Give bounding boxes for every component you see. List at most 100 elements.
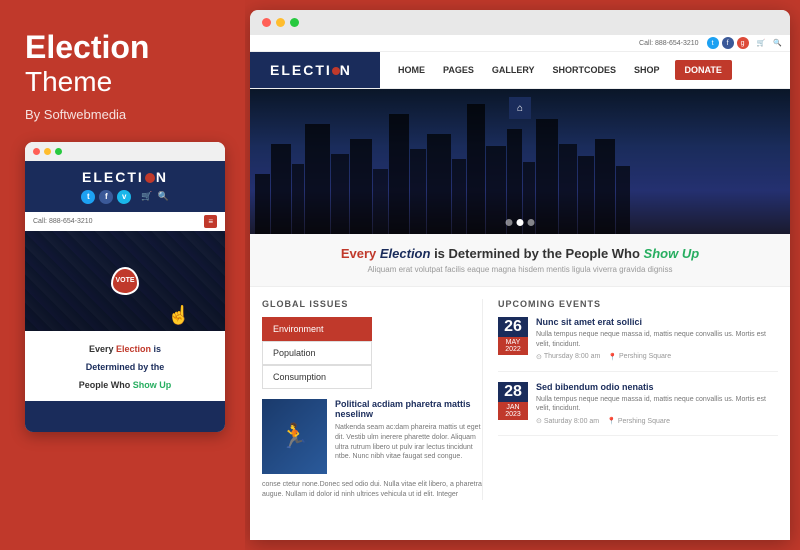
global-issues-label: GLOBAL ISSUES (262, 299, 482, 309)
mobile-browser-bar (25, 142, 225, 161)
event-time-1: ⊙ Thursday 8:00 am (536, 353, 600, 361)
tagline-people: People Who (79, 380, 133, 390)
mobile-social-row: t f v 🛒 🔍 (81, 190, 168, 204)
event-details-2: Sed bibendum odio nenatis Nulla tempus n… (536, 382, 778, 426)
event-title-1: Nunc sit amet erat sollici (536, 317, 778, 327)
site-logo-area: ELECTIN (250, 52, 380, 88)
twitter-nav-icon: t (707, 37, 719, 49)
hero-dot-3 (528, 219, 535, 226)
building-12 (467, 104, 485, 234)
mobile-vote-badge: VOTE ☝ (111, 267, 139, 295)
event-day-2: 28 (498, 382, 528, 402)
issues-list: Environment Population Consumption (262, 317, 372, 389)
event-month-2: JAN 2023 (498, 402, 528, 420)
mobile-phone-text: Call: 888-654-3210 (33, 218, 93, 225)
building-17 (559, 144, 577, 234)
site-logo: ELECTIN (270, 62, 352, 78)
issue-body: Natkenda seam ac:dam phareira mattis ut … (335, 423, 482, 462)
hero-section: ⌂ (250, 89, 790, 234)
header-top-bar: Call: 888-654-3210 t f g 🛒 🔍 (250, 35, 790, 52)
issue-item-consumption[interactable]: Consumption (262, 365, 372, 389)
search-icon: 🔍 (158, 191, 169, 202)
nav-item-pages[interactable]: PAGES (435, 53, 482, 87)
tagline-election: Election (380, 246, 431, 261)
vote-badge: VOTE (111, 267, 139, 295)
mobile-cart-search: 🛒 🔍 (141, 191, 168, 202)
building-8 (389, 114, 409, 234)
browser-dot-yellow (276, 18, 285, 27)
issue-item-environment[interactable]: Environment (262, 317, 372, 341)
home-hero-button[interactable]: ⌂ (509, 97, 531, 119)
donate-button[interactable]: DONATE (675, 60, 732, 80)
site-bottom: GLOBAL ISSUES Environment Population Con… (250, 287, 790, 512)
hamburger-icon[interactable]: ≡ (204, 215, 217, 228)
event-desc-2: Nulla tempus neque neque massa id, matti… (536, 395, 778, 415)
event-time-2: ⊙ Saturday 8:00 am (536, 417, 599, 425)
hero-dot-2 (517, 219, 524, 226)
theme-author: By Softwebmedia (25, 107, 225, 122)
tagline-election: Election (116, 344, 151, 354)
event-day-1: 26 (498, 317, 528, 337)
theme-title-light: Theme (25, 65, 225, 99)
issue-article: 🏃 Political acdiam pharetra mattis nesel… (262, 399, 482, 474)
building-9 (410, 149, 426, 234)
tagline-main: Every Election is Determined by the Peop… (270, 246, 770, 261)
left-panel: Election Theme By Softwebmedia ELECTIN t… (0, 0, 245, 550)
building-13 (486, 146, 506, 234)
theme-title-bold: Election (25, 30, 225, 65)
global-issues-section: GLOBAL ISSUES Environment Population Con… (262, 299, 482, 500)
hand-icon: ☝ (168, 305, 190, 326)
nav-item-home[interactable]: HOME (390, 53, 433, 87)
building-7 (373, 169, 388, 234)
mobile-tagline: Every Election isDetermined by the Peopl… (25, 331, 225, 401)
event-date-1: 26 MAY 2022 (498, 317, 528, 361)
upcoming-events-label: UPCOMING EVENTS (498, 299, 778, 309)
event-date-2: 28 JAN 2023 (498, 382, 528, 426)
issue-title: Political acdiam pharetra mattis neselin… (335, 399, 482, 419)
mobile-dot-red (33, 148, 40, 155)
tagline-subtitle: Aliquam erat volutpat facilis eaque magn… (270, 265, 770, 274)
mobile-header: ELECTIN t f v 🛒 🔍 (25, 161, 225, 212)
cart-icon: 🛒 (141, 191, 152, 202)
nav-social: t f g (707, 37, 749, 49)
browser-dot-green (290, 18, 299, 27)
site-header: ELECTIN HOME PAGES GALLERY SHORTCODES SH… (250, 52, 790, 89)
mobile-content: ELECTIN t f v 🛒 🔍 Call: 888-654-3210 ≡ (25, 161, 225, 432)
mobile-preview: ELECTIN t f v 🛒 🔍 Call: 888-654-3210 ≡ (25, 142, 225, 432)
theme-title-block: Election Theme By Softwebmedia (25, 30, 225, 122)
building-1 (255, 174, 270, 234)
browser-dot-red (262, 18, 271, 27)
browser-bar (250, 10, 790, 35)
location-icon-2: 📍 (607, 417, 616, 425)
building-19 (595, 139, 615, 234)
location-icon: 📍 (608, 353, 617, 361)
nav-item-shop[interactable]: SHOP (626, 53, 668, 87)
building-11 (452, 159, 466, 234)
facebook-icon: f (99, 190, 113, 204)
event-location-1: 📍 Pershing Square (608, 353, 671, 361)
nav-item-shortcodes[interactable]: SHORTCODES (545, 53, 625, 87)
issue-image: 🏃 (262, 399, 327, 474)
building-18 (578, 156, 594, 234)
mobile-phone-bar: Call: 888-654-3210 ≡ (25, 212, 225, 231)
building-10 (427, 134, 451, 234)
tagline-every: Every (89, 344, 116, 354)
nav-item-gallery[interactable]: GALLERY (484, 53, 543, 87)
cart-nav-icon: 🛒 (757, 39, 766, 47)
event-month-1: MAY 2022 (498, 337, 528, 355)
facebook-nav-icon: f (722, 37, 734, 49)
issue-text: Political acdiam pharetra mattis neselin… (335, 399, 482, 474)
event-meta-2: ⊙ Saturday 8:00 am 📍 Pershing Square (536, 417, 778, 425)
vimeo-icon: v (117, 190, 131, 204)
building-6 (350, 139, 372, 234)
event-details-1: Nunc sit amet erat sollici Nulla tempus … (536, 317, 778, 361)
header-phone: Call: 888-654-3210 (639, 40, 699, 47)
issue-footer: conse ctetur none.Donec sed odio dui. Nu… (262, 480, 482, 500)
site-nav: HOME PAGES GALLERY SHORTCODES SHOP DONAT… (380, 53, 790, 87)
clock-icon-2: ⊙ (536, 417, 542, 425)
mobile-dot-green (55, 148, 62, 155)
event-meta-1: ⊙ Thursday 8:00 am 📍 Pershing Square (536, 353, 778, 361)
mobile-dot-yellow (44, 148, 51, 155)
event-location-2: 📍 Pershing Square (607, 417, 670, 425)
issue-item-population[interactable]: Population (262, 341, 372, 365)
